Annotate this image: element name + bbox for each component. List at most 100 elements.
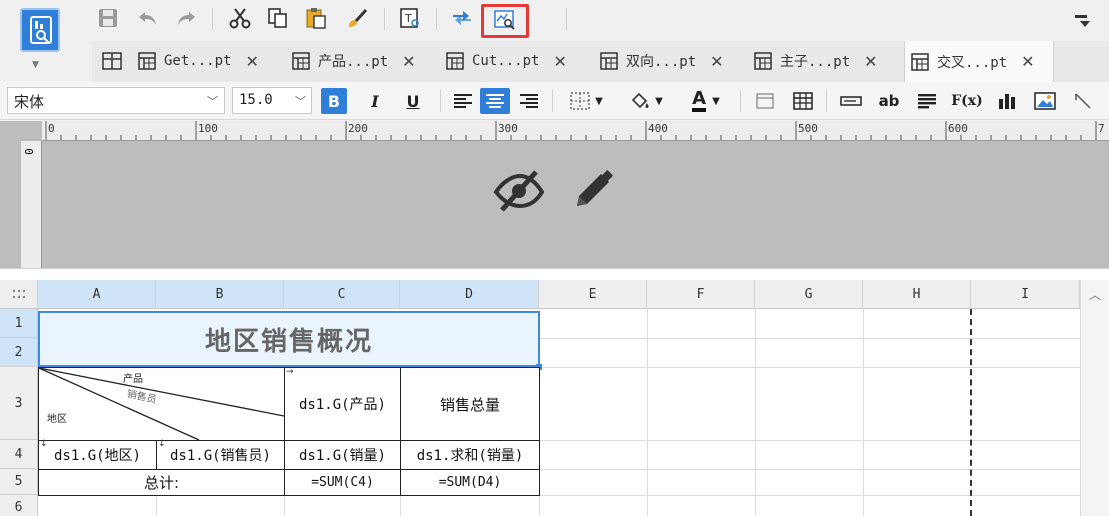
slash-product-label: 产品 — [123, 374, 143, 385]
column-header[interactable]: C — [284, 280, 400, 309]
chevron-down-icon: ﹀ — [207, 95, 218, 108]
vertical-scrollbar[interactable]: ︿ — [1080, 280, 1109, 516]
report-title-cell[interactable]: 地区销售概况 — [38, 311, 540, 367]
ruler-mark: 500 — [798, 122, 818, 135]
column-header[interactable]: B — [156, 280, 284, 309]
tab-overflow-icon[interactable] — [1072, 12, 1094, 32]
ruler-mark: 100 — [198, 122, 218, 135]
column-header[interactable]: I — [971, 280, 1080, 309]
format-toolbar: 宋体 ﹀ 15.0 ﹀ — [0, 82, 1109, 120]
ruler-mark: 600 — [948, 122, 968, 135]
paragraph-icon — [918, 94, 936, 109]
column-header[interactable]: G — [755, 280, 863, 309]
paragraph-button[interactable] — [914, 88, 940, 114]
row-header[interactable]: 5 — [0, 469, 38, 495]
row-header[interactable]: 6 — [0, 495, 38, 516]
horizontal-ruler: 0 100 200 300 400 500 600 7 — [42, 121, 1109, 141]
column-header[interactable]: H — [863, 280, 971, 309]
slash-header-cell[interactable]: 产品 销售员 地区 — [38, 367, 285, 441]
tab-master-detail[interactable]: 主子...pt ✕ — [754, 41, 904, 81]
report-icon — [446, 52, 464, 70]
tab-get[interactable]: Get...pt ✕ — [138, 41, 288, 81]
toolbar-separator — [566, 8, 567, 30]
bar-chart-icon — [999, 94, 1015, 109]
toolbar-separator — [552, 90, 553, 112]
cell-c5[interactable]: =SUM(C4) — [284, 469, 401, 496]
border-button[interactable]: ▼ — [562, 88, 610, 114]
cell-d3[interactable]: 销售总量 — [400, 367, 540, 441]
font-family-select[interactable]: 宋体 ﹀ — [7, 87, 225, 114]
row-header[interactable]: 3 — [0, 367, 38, 440]
eye-slash-icon[interactable] — [492, 168, 545, 216]
tab-product[interactable]: 产品...pt ✕ — [292, 41, 440, 81]
column-header[interactable]: E — [539, 280, 647, 309]
text-tool-button[interactable]: ab — [876, 88, 902, 114]
chevron-down-icon: ▼ — [595, 95, 603, 107]
column-header[interactable]: A — [38, 280, 156, 309]
close-icon[interactable]: ✕ — [864, 52, 877, 71]
bold-button[interactable]: B — [321, 88, 347, 114]
slash-button[interactable] — [1070, 88, 1096, 114]
expand-down-icon: ↓ — [158, 439, 166, 449]
app-logo-icon[interactable] — [20, 8, 60, 52]
underline-button[interactable]: U — [400, 88, 426, 114]
row-header[interactable]: 1 — [0, 309, 38, 338]
table-button[interactable] — [790, 88, 816, 114]
align-left-icon — [454, 94, 472, 108]
cell-ab5-total[interactable]: 总计: — [38, 469, 285, 496]
paste-icon[interactable] — [304, 6, 328, 30]
freeze-button[interactable] — [752, 88, 778, 114]
image-button[interactable] — [1032, 88, 1058, 114]
fill-color-button[interactable]: ▼ — [622, 88, 670, 114]
sheet-layout-icon[interactable] — [102, 51, 122, 75]
close-icon[interactable]: ✕ — [402, 52, 415, 71]
report-icon — [754, 52, 772, 70]
logo-dropdown-icon[interactable]: ▼ — [32, 60, 39, 70]
format-painter-icon[interactable] — [346, 6, 370, 30]
tab-crosstab[interactable]: 交叉...pt ✕ — [904, 41, 1054, 82]
font-color-button[interactable]: A ▼ — [682, 88, 730, 114]
text-template-icon[interactable]: T — [398, 6, 422, 30]
paint-bucket-icon — [632, 92, 649, 109]
cell-c3[interactable]: ds1.G(产品) — [284, 367, 401, 441]
cell-c4[interactable]: ds1.G(销量) — [284, 440, 401, 470]
cut-icon[interactable] — [228, 6, 252, 30]
pencil-icon[interactable] — [569, 166, 617, 218]
toolbar-separator — [212, 8, 213, 30]
formula-button[interactable]: F(x) — [951, 88, 983, 114]
tab-label: 产品...pt — [318, 54, 389, 70]
gridline — [156, 495, 157, 516]
cell-a4[interactable]: ds1.G(地区) — [38, 440, 157, 470]
cell-d5[interactable]: =SUM(D4) — [400, 469, 540, 496]
row-header[interactable]: 2 — [0, 338, 38, 367]
close-icon[interactable]: ✕ — [1021, 52, 1034, 71]
column-header[interactable]: D — [400, 280, 539, 309]
swap-icon[interactable] — [450, 6, 474, 30]
column-header[interactable]: F — [647, 280, 755, 309]
font-family-value: 宋体 — [14, 93, 45, 111]
align-center-button[interactable] — [480, 88, 510, 114]
tab-cut[interactable]: Cut...pt ✕ — [446, 41, 596, 81]
italic-button[interactable]: I — [362, 88, 388, 114]
close-icon[interactable]: ✕ — [245, 52, 258, 71]
cell-d4[interactable]: ds1.求和(销量) — [400, 440, 540, 470]
font-size-select[interactable]: 15.0 ﹀ — [232, 87, 312, 114]
text-field-button[interactable] — [838, 88, 864, 114]
copy-icon[interactable] — [266, 6, 290, 30]
row-header[interactable]: 4 — [0, 440, 38, 469]
select-all-corner[interactable] — [0, 280, 38, 309]
close-icon[interactable]: ✕ — [710, 52, 723, 71]
chart-button[interactable] — [994, 88, 1020, 114]
cell-b4[interactable]: ds1.G(销售员) — [156, 440, 285, 470]
close-icon[interactable]: ✕ — [553, 52, 566, 71]
chevron-up-icon[interactable]: ︿ — [1089, 286, 1101, 303]
tab-bidirectional[interactable]: 双向...pt ✕ — [600, 41, 750, 81]
align-left-button[interactable] — [450, 88, 476, 114]
save-icon[interactable] — [96, 6, 120, 30]
undo-icon[interactable] — [136, 6, 160, 30]
align-right-button[interactable] — [516, 88, 542, 114]
spreadsheet-grid[interactable]: A B C D E F G H I 1 2 3 4 5 6 地区销售概况 产品 … — [0, 280, 1109, 516]
redo-icon[interactable] — [174, 6, 198, 30]
tab-label: 交叉...pt — [937, 54, 1008, 71]
chevron-down-icon: ▼ — [712, 95, 720, 107]
